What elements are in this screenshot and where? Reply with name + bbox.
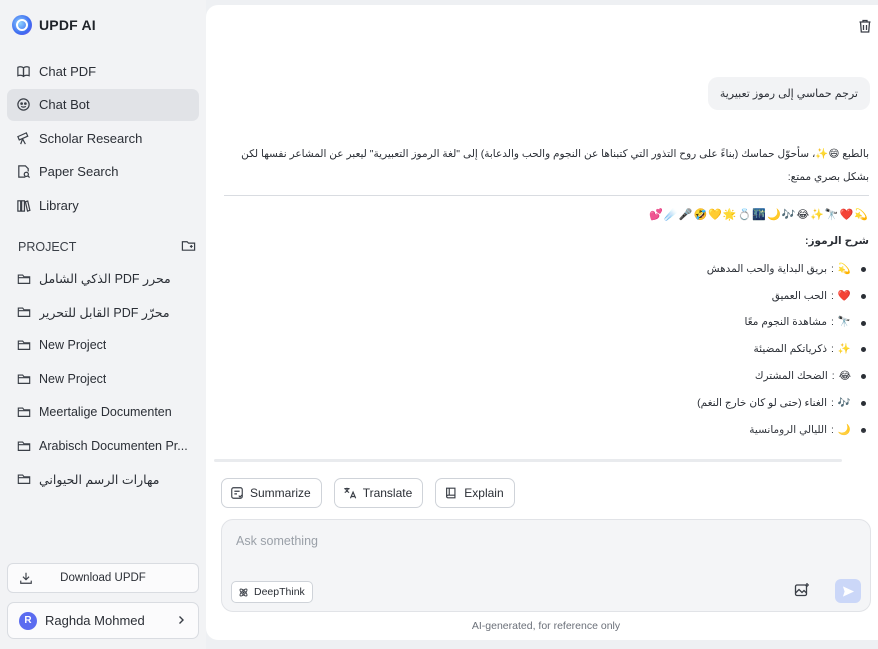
main-nav: Chat PDF Chat Bot Scholar Research Paper… — [7, 55, 199, 223]
answer-intro: بالطبع 😄✨، سأحوّل حماسك (بناءً على روح ا… — [224, 143, 869, 196]
nav-item-chat-pdf[interactable]: Chat PDF — [7, 55, 199, 87]
library-icon — [16, 198, 31, 213]
project-label: Meertalige Documenten — [39, 405, 172, 420]
add-image-icon[interactable] — [794, 582, 810, 598]
folder-icon — [17, 374, 31, 384]
user-message: ترجم حماسي إلى رموز تعبيرية — [707, 77, 870, 110]
summarize-label: Summarize — [250, 486, 311, 500]
nav-item-chat-bot[interactable]: Chat Bot — [7, 88, 199, 121]
download-label: Download UPDF — [60, 572, 146, 584]
download-updf-button[interactable]: Download UPDF — [7, 563, 199, 593]
legend-text: ذكرياتكم المضيئة — [753, 343, 827, 356]
list-item: 🔭: مشاهدة النجوم معًا — [224, 310, 869, 337]
horizontal-scrollbar[interactable] — [214, 459, 842, 462]
project-label: Arabisch Documenten Pr... — [39, 438, 188, 453]
chevron-right-icon — [179, 616, 184, 624]
avatar: R — [19, 611, 37, 630]
legend-emoji: ❤️ — [837, 289, 851, 302]
telescope-icon — [16, 131, 31, 146]
project-label: New Project — [39, 371, 107, 386]
folder-icon — [17, 274, 31, 284]
project-label: الذكي الشامل PDF محرر — [39, 272, 171, 287]
folder-icon — [17, 407, 31, 418]
send-button[interactable] — [835, 579, 861, 603]
legend-emoji: 🔭 — [837, 316, 851, 329]
chat-messages[interactable]: ترجم حماسي إلى رموز تعبيرية بالطبع 😄✨، س… — [206, 5, 878, 460]
legend-emoji: 😂 — [838, 370, 851, 383]
project-item[interactable]: New Project — [7, 362, 199, 395]
folder-icon — [17, 340, 31, 351]
legend-text: بريق البداية والحب المدهش — [706, 262, 827, 275]
project-item[interactable]: Arabisch Documenten Pr... — [7, 429, 199, 462]
emoji-line: 💫❤️🔭✨😂🎶🌙🌃💍🌟💛🤣🎤☄️💕 — [649, 209, 869, 221]
project-list: الذكي الشامل PDF محرر القابل للتحرير PDF… — [7, 262, 199, 496]
summarize-button[interactable]: Summarize — [221, 478, 322, 508]
deepthink-label: DeepThink — [254, 586, 305, 598]
legend-title: شرح الرموز: — [804, 235, 869, 247]
legend-emoji: 🎶 — [837, 396, 851, 409]
folder-icon — [17, 307, 31, 318]
user-name: Raghda Mohmed — [45, 613, 145, 628]
list-item: 💫: بريق البداية والحب المدهش — [224, 256, 869, 283]
legend-emoji: 💫 — [837, 262, 851, 275]
new-folder-icon[interactable] — [181, 238, 196, 256]
atom-icon — [239, 588, 248, 596]
summarize-icon — [231, 487, 243, 499]
legend-text: الحب العميق — [771, 289, 827, 302]
project-item[interactable]: Meertalige Documenten — [7, 396, 199, 429]
quick-actions: Summarize Translate Explain — [221, 478, 515, 508]
legend-text: مشاهدة النجوم معًا — [744, 316, 827, 329]
legend-text: الضحك المشترك — [754, 370, 828, 383]
project-item[interactable]: New Project — [7, 329, 199, 362]
emoji-legend: 💫: بريق البداية والحب المدهش ❤️: الحب العم… — [224, 256, 869, 444]
project-item[interactable]: الذكي الشامل PDF محرر — [7, 262, 199, 295]
project-label: مهارات الرسم الحيواني — [39, 472, 160, 487]
deepthink-toggle[interactable]: DeepThink — [231, 581, 313, 603]
nav-label: Chat PDF — [39, 63, 97, 79]
translate-label: Translate — [362, 486, 413, 500]
legend-emoji: ✨ — [837, 343, 851, 356]
translate-button[interactable]: Translate — [333, 478, 424, 508]
list-item: 😂: الضحك المشترك — [224, 363, 869, 390]
ai-disclaimer: AI-generated, for reference only — [471, 620, 621, 632]
project-title: PROJECT — [18, 240, 77, 254]
list-item: 🎶: الغناء (حتى لو كان خارج النغم) — [224, 390, 869, 417]
ask-input[interactable] — [236, 534, 836, 548]
message-composer: DeepThink — [221, 519, 871, 612]
chat-panel: ترجم حماسي إلى رموز تعبيرية بالطبع 😄✨، س… — [206, 5, 878, 640]
updf-logo-icon — [12, 15, 32, 35]
sidebar: UPDF AI Chat PDF Chat Bot Scholar Resear… — [0, 0, 206, 649]
nav-label: Scholar Research — [39, 130, 143, 146]
explain-label: Explain — [464, 486, 504, 500]
folder-icon — [17, 474, 31, 484]
project-item[interactable]: مهارات الرسم الحيواني — [7, 462, 199, 495]
explain-button[interactable]: Explain — [435, 478, 515, 508]
project-item[interactable]: القابل للتحرير PDF محرّر — [7, 295, 199, 328]
document-search-icon — [16, 164, 31, 179]
brand[interactable]: UPDF AI — [12, 15, 96, 35]
brand-name: UPDF AI — [39, 17, 96, 33]
assistant-message: بالطبع 😄✨، سأحوّل حماسك (بناءً على روح ا… — [224, 143, 869, 444]
nav-item-scholar-research[interactable]: Scholar Research — [7, 122, 199, 154]
nav-label: Paper Search — [39, 164, 119, 179]
nav-label: Chat Bot — [39, 97, 90, 112]
book-open-icon — [16, 64, 31, 79]
send-icon — [842, 585, 854, 597]
translate-icon — [344, 487, 356, 499]
project-label: New Project — [39, 338, 107, 353]
book-icon — [446, 487, 456, 499]
download-icon — [20, 572, 32, 584]
scroll-fade — [206, 430, 878, 460]
legend-text: الغناء (حتى لو كان خارج النغم) — [697, 396, 827, 409]
folder-icon — [17, 441, 31, 451]
nav-item-paper-search[interactable]: Paper Search — [7, 156, 199, 188]
user-account-button[interactable]: R Raghda Mohmed — [7, 602, 199, 639]
list-item: ❤️: الحب العميق — [224, 283, 869, 310]
list-item: ✨: ذكرياتكم المضيئة — [224, 336, 869, 363]
project-label: القابل للتحرير PDF محرّر — [39, 305, 170, 320]
project-header: PROJECT — [18, 238, 196, 256]
robot-icon — [16, 97, 31, 112]
nav-label: Library — [39, 197, 79, 213]
nav-item-library[interactable]: Library — [7, 189, 199, 221]
